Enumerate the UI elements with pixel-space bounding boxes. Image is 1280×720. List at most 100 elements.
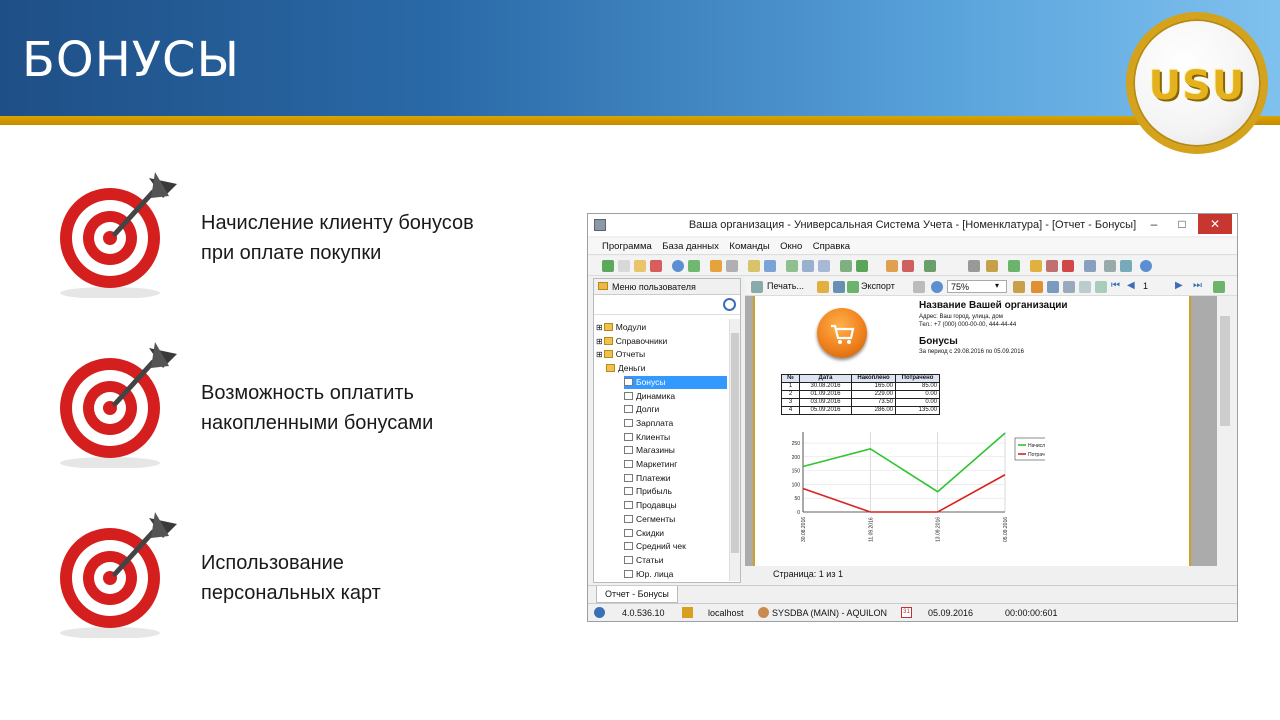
tree-scroll-thumb[interactable] — [731, 333, 739, 553]
export-button[interactable]: Экспорт — [861, 281, 895, 291]
menu-window[interactable]: Окно — [776, 238, 806, 252]
toolbar-close-window-icon[interactable] — [902, 260, 914, 272]
toolbar-export-icon[interactable] — [856, 260, 868, 272]
tree-item[interactable]: Статьи — [624, 554, 664, 567]
slide-title: БОНУСЫ — [22, 32, 240, 88]
toolbar-window-icon[interactable] — [886, 260, 898, 272]
tree-item[interactable]: Клиенты — [624, 431, 670, 444]
report-doc-icon — [624, 569, 633, 578]
thumbnails-icon[interactable] — [1047, 281, 1059, 293]
tree-item[interactable]: Платежи — [624, 472, 670, 485]
toolbar-group-icon[interactable] — [764, 260, 776, 272]
tree-item[interactable]: ⊞ Модули — [596, 321, 646, 334]
toolbar-print-icon[interactable] — [1104, 260, 1116, 272]
zoom-dropdown-chevron-down-icon[interactable]: ▾ — [995, 281, 1005, 292]
y-tick-label: 0 — [797, 510, 800, 516]
print-button[interactable]: Печать... — [767, 281, 804, 291]
tree-item[interactable]: Юр. лица — [624, 568, 673, 581]
tree-item[interactable]: Долги — [624, 403, 659, 416]
expand-icon[interactable]: ⊞ — [596, 350, 603, 359]
page-setup-icon[interactable] — [913, 281, 925, 293]
expand-icon[interactable]: ⊞ — [596, 323, 603, 332]
page-number-input[interactable]: 1 — [1143, 281, 1173, 291]
toolbar-copy-icon[interactable] — [618, 260, 630, 272]
toolbar-info-icon[interactable] — [1140, 260, 1152, 272]
tree-scrollbar[interactable] — [729, 319, 740, 581]
tree-item[interactable]: Бонусы — [624, 375, 727, 389]
window-titlebar[interactable]: Ваша организация - Универсальная Система… — [588, 214, 1237, 236]
tree-item[interactable]: Зарплата — [624, 417, 673, 430]
toolbar-settings-icon[interactable] — [986, 260, 998, 272]
tree-item[interactable]: ⊞ Отчеты — [596, 348, 645, 361]
tree-item[interactable]: Средний чек — [624, 540, 686, 553]
zoom-icon[interactable] — [931, 281, 943, 293]
next-page-icon[interactable]: ▶ — [1175, 280, 1183, 291]
search-icon[interactable] — [723, 298, 736, 311]
report-doc-icon — [624, 528, 633, 537]
toolbar-exit-icon[interactable] — [1062, 260, 1074, 272]
tree-item[interactable]: Деньги — [606, 362, 645, 375]
tree-item[interactable]: Прибыль — [624, 485, 672, 498]
first-page-icon[interactable]: ⏮ — [1111, 280, 1120, 291]
shopping-cart-icon — [817, 308, 867, 358]
minimize-icon[interactable]: – — [1140, 214, 1168, 234]
toolbar-add-icon[interactable] — [602, 260, 614, 272]
user-menu-search[interactable] — [594, 295, 740, 315]
tree-item-label: Маркетинг — [636, 459, 678, 469]
tree-item[interactable]: ⊞ Справочники — [596, 335, 667, 348]
toolbar-down-icon[interactable] — [802, 260, 814, 272]
save-icon[interactable] — [833, 281, 845, 293]
toolbar-key-icon[interactable] — [1046, 260, 1058, 272]
edit-page-icon[interactable] — [1063, 281, 1075, 293]
toolbar-edit-icon[interactable] — [634, 260, 646, 272]
close-icon[interactable]: ✕ — [1198, 214, 1232, 234]
toolbar-check-icon[interactable] — [1008, 260, 1020, 272]
preview-scroll-thumb[interactable] — [1220, 316, 1230, 426]
toolbar-user-icon[interactable] — [924, 260, 936, 272]
toolbar-report-icon[interactable] — [840, 260, 852, 272]
tab-report-bonus[interactable]: Отчет - Бонусы — [596, 586, 678, 603]
prev-page-icon[interactable]: ◀ — [1127, 280, 1135, 291]
tree-item[interactable]: Продавцы — [624, 499, 677, 512]
open-icon[interactable] — [817, 281, 829, 293]
status-server: localhost — [708, 608, 744, 618]
table-cell: 286.00 — [851, 406, 896, 415]
tree-item[interactable]: Маркетинг — [624, 458, 677, 471]
toolbar-lock-icon[interactable] — [1030, 260, 1042, 272]
series-line — [802, 474, 1006, 513]
menu-program[interactable]: Программа — [588, 238, 656, 252]
last-page-icon[interactable]: ⏭ — [1193, 280, 1202, 291]
table-cell: 73.50 — [851, 398, 896, 407]
toolbar-delete-icon[interactable] — [650, 260, 662, 272]
table-cell: 03.09.2016 — [799, 398, 852, 407]
tree-item[interactable]: Динамика — [624, 390, 675, 403]
toolbar-import-icon[interactable] — [748, 260, 760, 272]
menu-help[interactable]: Справка — [809, 238, 854, 252]
maximize-icon[interactable]: □ — [1168, 214, 1196, 234]
legend-label: Начислено — [1028, 443, 1045, 449]
toolbar-nav-icon[interactable] — [786, 260, 798, 272]
toolbar-refresh-icon[interactable] — [688, 260, 700, 272]
page-icon[interactable] — [1079, 281, 1091, 293]
tree-item[interactable]: Магазины — [624, 444, 675, 457]
toolbar-calendar-icon[interactable] — [1084, 260, 1096, 272]
preview-scrollbar[interactable] — [1217, 296, 1233, 566]
toolbar-up-icon[interactable] — [818, 260, 830, 272]
multi-page-icon[interactable] — [1095, 281, 1107, 293]
tree-item-label: Отчеты — [615, 349, 646, 360]
toolbar-clear-filter-icon[interactable] — [726, 260, 738, 272]
tree-item[interactable]: Сегменты — [624, 513, 675, 526]
find-icon[interactable] — [1013, 281, 1025, 293]
table-cell: 0.00 — [895, 390, 940, 399]
toolbar-filter-icon[interactable] — [710, 260, 722, 272]
toolbar-tools-icon[interactable] — [968, 260, 980, 272]
toolbar-search-icon[interactable] — [672, 260, 684, 272]
tree-item[interactable]: Скидки — [624, 527, 664, 540]
toolbar-mail-icon[interactable] — [1120, 260, 1132, 272]
menu-database[interactable]: База данных — [658, 238, 723, 252]
report-refresh-icon[interactable] — [1213, 281, 1225, 293]
expand-icon[interactable]: ⊞ — [596, 337, 603, 346]
menu-commands[interactable]: Команды — [725, 238, 773, 252]
user-menu-panel: Меню пользователя ⊞ Модули ⊞ Справочники ⊞ От… — [593, 278, 741, 583]
tree-view-icon[interactable] — [1031, 281, 1043, 293]
